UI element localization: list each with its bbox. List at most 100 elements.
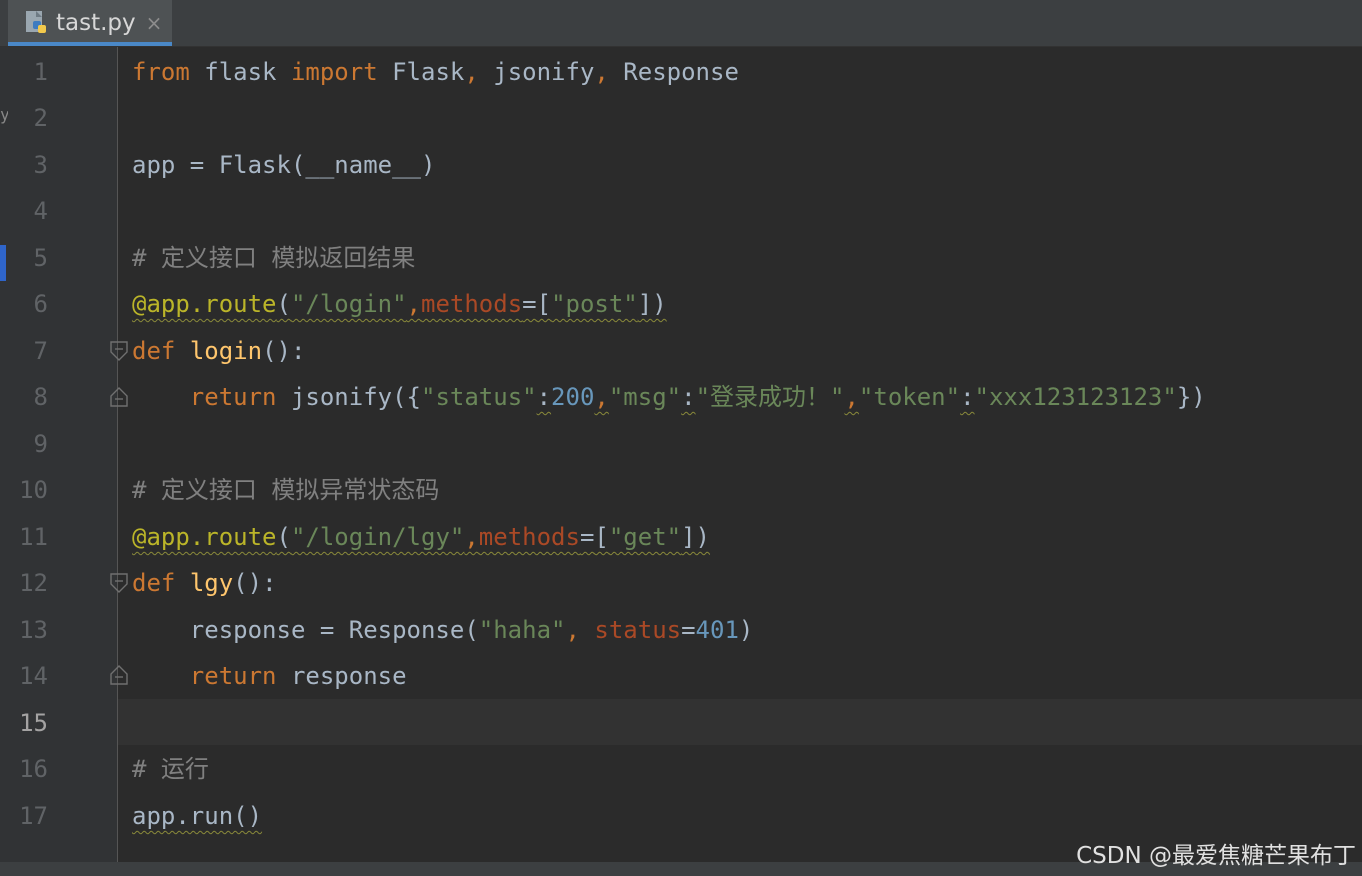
line-number-9: 9 [33, 430, 48, 458]
keyword-return: return [189, 662, 277, 690]
decorator: @app.route [132, 290, 277, 318]
editor-tab-bar: tast.py × [0, 0, 1362, 47]
close-icon[interactable]: × [146, 11, 163, 35]
current-line-highlight [118, 699, 1362, 745]
code-text: Response [608, 58, 739, 86]
active-tab-indicator [8, 42, 172, 46]
string: "登录成功！" [695, 383, 845, 411]
code-line-10[interactable]: # 定义接口 模拟异常状态码 [132, 467, 439, 513]
comma: , [565, 616, 595, 644]
code-text: ( [276, 523, 291, 551]
code-line-8[interactable]: return jsonify({"status":200,"msg":"登录成功… [132, 374, 1206, 420]
code-line-12[interactable]: def lgy(): [132, 560, 277, 606]
code-line-17[interactable]: app.run() [132, 793, 262, 839]
function-name: login [189, 337, 263, 365]
comma: , [464, 523, 479, 551]
keyword-return: return [189, 383, 277, 411]
code-text: ]) [637, 290, 667, 318]
keyword-def: def [132, 569, 176, 597]
fold-open-icon[interactable] [109, 572, 129, 594]
string: "token" [858, 383, 961, 411]
tab-tast-py[interactable]: tast.py × [8, 0, 172, 46]
python-file-icon [24, 10, 50, 36]
string: "post" [551, 290, 638, 318]
code-text: : [536, 383, 552, 411]
code-line-14[interactable]: return response [132, 653, 407, 699]
code-text: = [681, 616, 696, 644]
number: 401 [695, 616, 739, 644]
code-text: response = Response( [189, 616, 479, 644]
code-text: app = Flask(__name__) [132, 151, 436, 179]
line-number-4: 4 [33, 197, 48, 225]
comma: , [464, 58, 479, 86]
code-text: response [276, 662, 407, 690]
code-text: flask [189, 58, 291, 86]
comma: , [594, 58, 609, 86]
string: "status" [421, 383, 537, 411]
code-line-3[interactable]: app = Flask(__name__) [132, 142, 435, 188]
code-text: ( [276, 290, 291, 318]
project-panel-edge: y [0, 47, 10, 876]
watermark: CSDN @最爱焦糖芒果布丁 [1076, 843, 1356, 869]
keyword-import: import [290, 58, 378, 86]
line-number-15: 15 [19, 709, 48, 737]
fold-end-icon[interactable] [109, 664, 129, 686]
line-number-7: 7 [33, 337, 48, 365]
code-text: jsonify [478, 58, 595, 86]
code-line-6[interactable]: @app.route("/login",methods=["post"]) [132, 281, 667, 327]
line-number-13: 13 [19, 616, 48, 644]
line-number-1: 1 [33, 58, 48, 86]
fold-open-icon[interactable] [109, 340, 129, 362]
comma: , [844, 383, 859, 411]
code-text: (): [233, 569, 277, 597]
string: "get" [608, 523, 682, 551]
code-text: }) [1176, 383, 1206, 411]
comma: , [406, 290, 421, 318]
code-text: ]) [681, 523, 711, 551]
string: "msg" [608, 383, 682, 411]
line-number-12: 12 [19, 569, 48, 597]
code-line-5[interactable]: # 定义接口 模拟返回结果 [132, 235, 415, 281]
line-number-14: 14 [19, 662, 48, 690]
fold-end-icon[interactable] [109, 386, 129, 408]
decorator: @app.route [132, 523, 277, 551]
parameter: methods [421, 290, 523, 318]
function-name: lgy [189, 569, 234, 597]
code-line-16[interactable]: # 运行 [132, 746, 209, 792]
keyword-def: def [132, 337, 176, 365]
string: "xxx123123123" [974, 383, 1177, 411]
number: 200 [551, 383, 595, 411]
line-number-6: 6 [33, 290, 48, 318]
keyword-from: from [132, 58, 190, 86]
code-text: : [681, 383, 696, 411]
code-text: ) [738, 616, 754, 644]
code-text: Flask [377, 58, 465, 86]
code-line-11[interactable]: @app.route("/login/lgy",methods=["get"]) [132, 514, 710, 560]
code-text: [ [536, 290, 552, 318]
line-number-16: 16 [19, 755, 48, 783]
code-line-13[interactable]: response = Response("haha", status=401) [132, 607, 754, 653]
line-number-3: 3 [33, 151, 48, 179]
line-number-10: 10 [19, 476, 48, 504]
code-line-1[interactable]: from flask import Flask, jsonify, Respon… [132, 49, 739, 95]
code-text: = [522, 290, 537, 318]
string: "/login/lgy" [290, 523, 465, 551]
parameter: status [594, 616, 682, 644]
string: "/login" [290, 290, 407, 318]
tab-label: tast.py [56, 10, 136, 36]
selection-marker [0, 245, 6, 281]
code-text: (): [262, 337, 306, 365]
code-line-7[interactable]: def login(): [132, 328, 305, 374]
code-text: jsonify({ [276, 383, 421, 411]
code-text: [ [594, 523, 609, 551]
code-text: = [579, 523, 595, 551]
code-text: : [960, 383, 975, 411]
line-number-8: 8 [33, 383, 48, 411]
string: "haha" [478, 616, 566, 644]
line-number-11: 11 [19, 523, 48, 551]
